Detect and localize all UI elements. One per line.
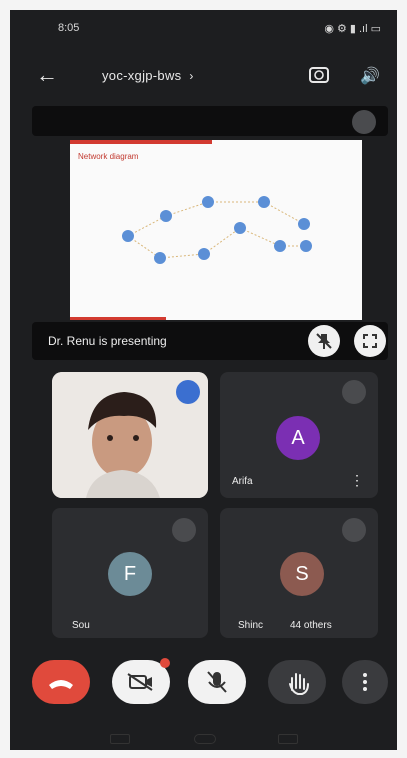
call-controls <box>10 656 397 716</box>
end-call-icon <box>49 680 73 689</box>
mic-off-icon <box>342 518 366 542</box>
mic-off-icon <box>342 380 366 404</box>
participant-tile-sou[interactable]: F Sou <box>52 508 208 638</box>
status-bar: 8:05 ◉ ⚙ ▮ .ıl ▭ <box>10 10 397 36</box>
unpin-button[interactable] <box>308 325 340 357</box>
presenter-name-strip <box>32 106 388 136</box>
mic-off-icon <box>172 518 196 542</box>
mic-off-icon <box>352 110 376 134</box>
mic-toggle-button[interactable] <box>188 660 246 704</box>
speaker-icon[interactable]: 🔊 <box>360 66 380 86</box>
status-time: 8:05 <box>58 22 80 34</box>
top-app-bar: ← yoc-xgjp-bws › 🔊 <box>10 62 397 98</box>
slide-title: Network diagram <box>78 152 139 161</box>
fullscreen-icon <box>363 334 377 348</box>
raise-hand-button[interactable] <box>268 660 326 704</box>
switch-camera-icon[interactable] <box>306 66 332 84</box>
end-call-button[interactable] <box>32 660 90 704</box>
meeting-code-text: yoc-xgjp-bws <box>102 68 182 83</box>
fullscreen-button[interactable] <box>354 325 386 357</box>
raise-hand-icon <box>289 673 309 695</box>
shared-screen-slide: Network diagram <box>70 140 362 320</box>
meeting-code-title[interactable]: yoc-xgjp-bws › <box>102 68 194 83</box>
participant-tile-arifa[interactable]: A Arifa ⋮ <box>220 372 378 498</box>
participant-name: Sou <box>72 620 90 631</box>
participant-avatar: S <box>280 552 324 596</box>
speaking-indicator-icon <box>176 380 200 404</box>
slide-network-graph <box>122 196 312 264</box>
more-options-button[interactable] <box>342 660 388 704</box>
participant-tile-others[interactable]: S Shinc 44 others <box>220 508 378 638</box>
phone-screen: 8:05 ◉ ⚙ ▮ .ıl ▭ ← yoc-xgjp-bws › 🔊 Netw… <box>10 10 397 750</box>
self-video-tile[interactable] <box>52 372 208 498</box>
participant-name: Arifa <box>232 476 253 487</box>
chevron-right-icon: › <box>189 69 194 83</box>
more-vertical-icon <box>363 673 367 691</box>
status-icons: ◉ ⚙ ▮ .ıl ▭ <box>324 23 381 35</box>
slide-accent-bar <box>70 140 212 144</box>
system-nav-bar <box>10 728 397 750</box>
back-icon[interactable] <box>278 734 298 744</box>
notification-badge <box>160 658 170 668</box>
slide-progress-bar <box>70 317 166 320</box>
recent-apps-icon[interactable] <box>110 734 130 744</box>
participant-avatar: A <box>276 416 320 460</box>
mic-off-icon <box>207 671 227 693</box>
more-vertical-icon[interactable]: ⋮ <box>350 472 364 489</box>
others-count: 44 others <box>290 620 332 631</box>
presenting-bar: Dr. Renu is presenting <box>32 322 388 360</box>
participant-name: Shinc <box>238 620 264 631</box>
participant-avatar: F <box>108 552 152 596</box>
unpin-icon <box>316 333 332 349</box>
home-icon[interactable] <box>194 734 216 744</box>
back-arrow-icon[interactable]: ← <box>36 64 58 86</box>
presenting-label: Dr. Renu is presenting <box>48 334 167 348</box>
